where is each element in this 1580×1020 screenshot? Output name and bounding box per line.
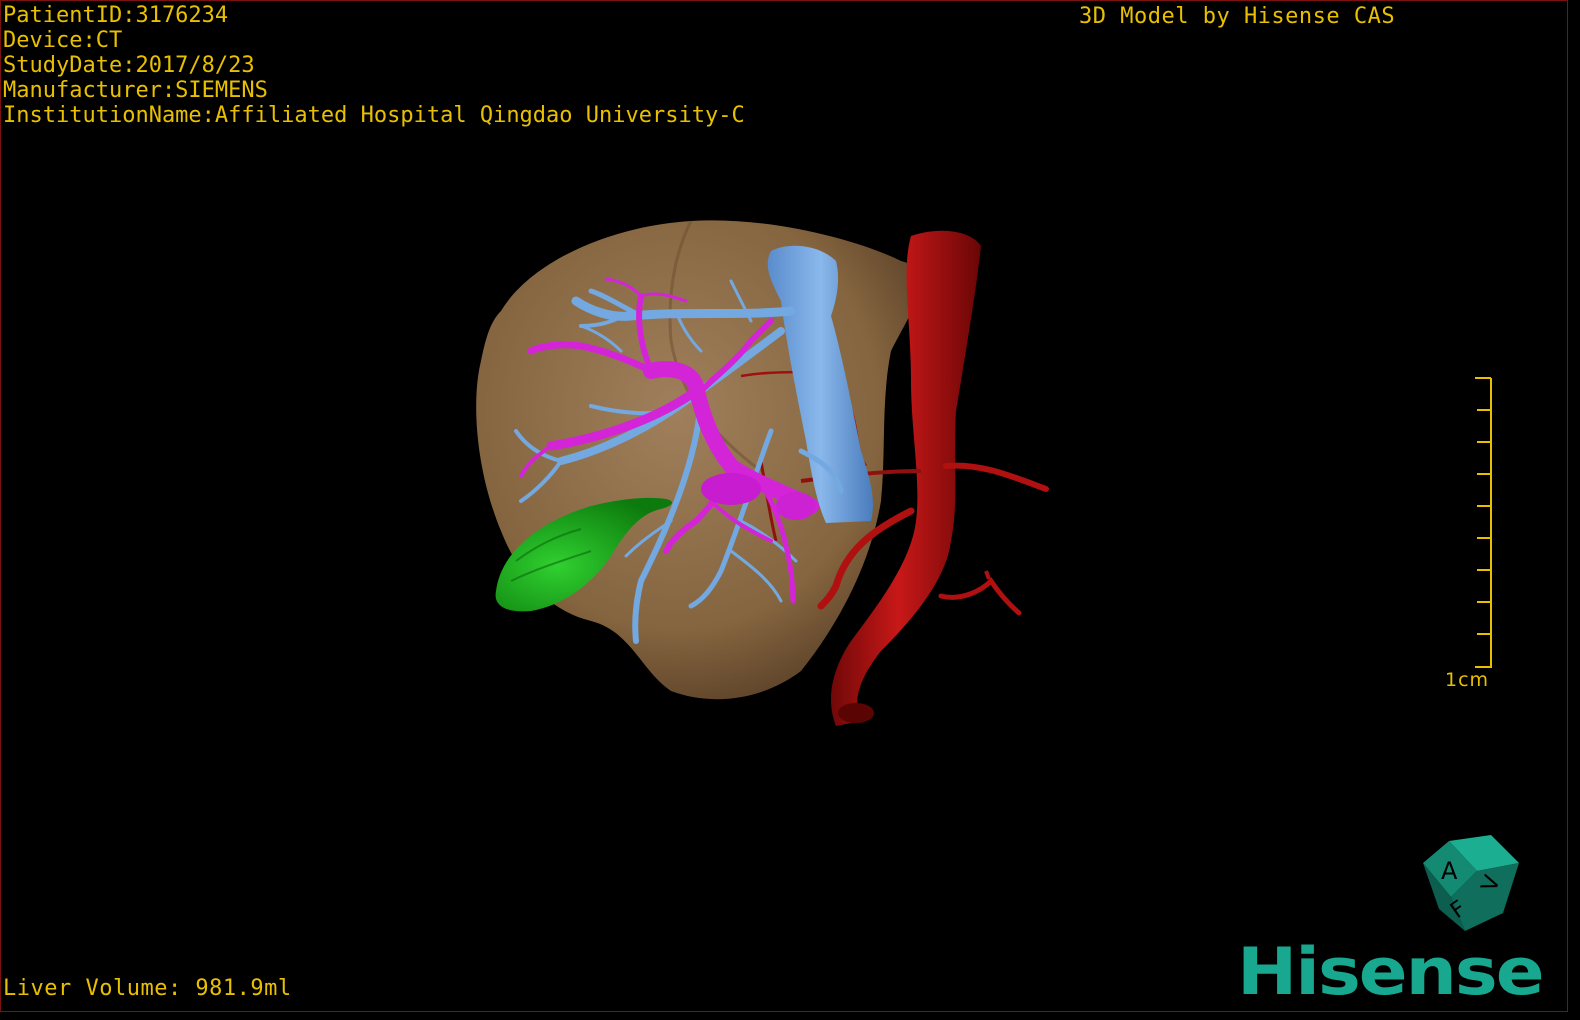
orientation-label-a: A (1441, 857, 1458, 885)
manufacturer-text: Manufacturer:SIEMENS (3, 78, 268, 103)
scale-label: 1cm (1445, 669, 1490, 691)
device-text: Device:CT (3, 28, 123, 53)
3d-viewport[interactable]: PatientID:3176234 Device:CT StudyDate:20… (0, 0, 1568, 1012)
hisense-logo: Hisense (1237, 933, 1545, 1010)
orientation-cube-icon[interactable]: A F V (1419, 833, 1525, 937)
study-date-text: StudyDate:2017/8/23 (3, 53, 255, 78)
model-branding-text: 3D Model by Hisense CAS (1079, 4, 1396, 29)
patient-id-text: PatientID:3176234 (3, 3, 229, 28)
liver-3d-model[interactable] (441, 201, 1081, 741)
scale-ruler (1475, 377, 1492, 668)
institution-text: InstitutionName:Affiliated Hospital Qing… (3, 103, 745, 128)
dicom-metadata-overlay: PatientID:3176234 Device:CT StudyDate:20… (3, 3, 745, 128)
liver-volume-text: Liver Volume: 981.9ml (3, 976, 292, 1001)
